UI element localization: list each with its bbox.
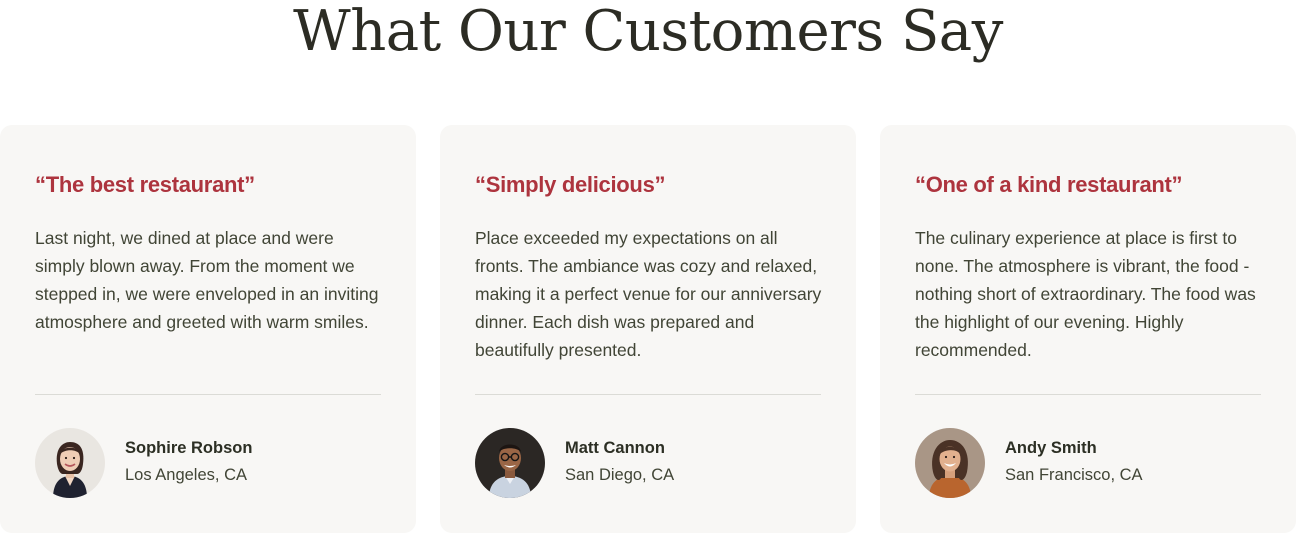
woman-portrait-avatar xyxy=(35,428,105,498)
testimonial-card: “One of a kind restaurant” The culinary … xyxy=(880,125,1296,533)
testimonial-headline: “One of a kind restaurant” xyxy=(915,172,1183,197)
reviewer-name: Andy Smith xyxy=(1005,439,1097,457)
reviewer-name: Sophire Robson xyxy=(125,439,253,457)
testimonial-card: “Simply delicious” Place exceeded my exp… xyxy=(440,125,856,533)
testimonial-text: The culinary experience at place is firs… xyxy=(915,228,1256,360)
testimonial-headline: “The best restaurant” xyxy=(35,172,255,197)
testimonial-text: Last night, we dined at place and were s… xyxy=(35,228,379,332)
reviewer-location: San Diego, CA xyxy=(565,466,675,484)
testimonial-card: “The best restaurant” Last night, we din… xyxy=(0,125,416,533)
testimonial-headline: “Simply delicious” xyxy=(475,172,666,197)
man-glasses-portrait-avatar xyxy=(475,428,545,498)
section-title: What Our Customers Say xyxy=(293,0,1003,64)
testimonials-list: “The best restaurant” Last night, we din… xyxy=(0,125,1296,533)
reviewer-name: Matt Cannon xyxy=(565,439,665,457)
testimonial-text: Place exceeded my expectations on all fr… xyxy=(475,228,822,360)
reviewer-location: Los Angeles, CA xyxy=(125,466,247,484)
reviewer-location: San Francisco, CA xyxy=(1005,466,1143,484)
divider xyxy=(915,394,1261,395)
divider xyxy=(475,394,821,395)
woman-smiling-portrait-avatar xyxy=(915,428,985,498)
divider xyxy=(35,394,381,395)
